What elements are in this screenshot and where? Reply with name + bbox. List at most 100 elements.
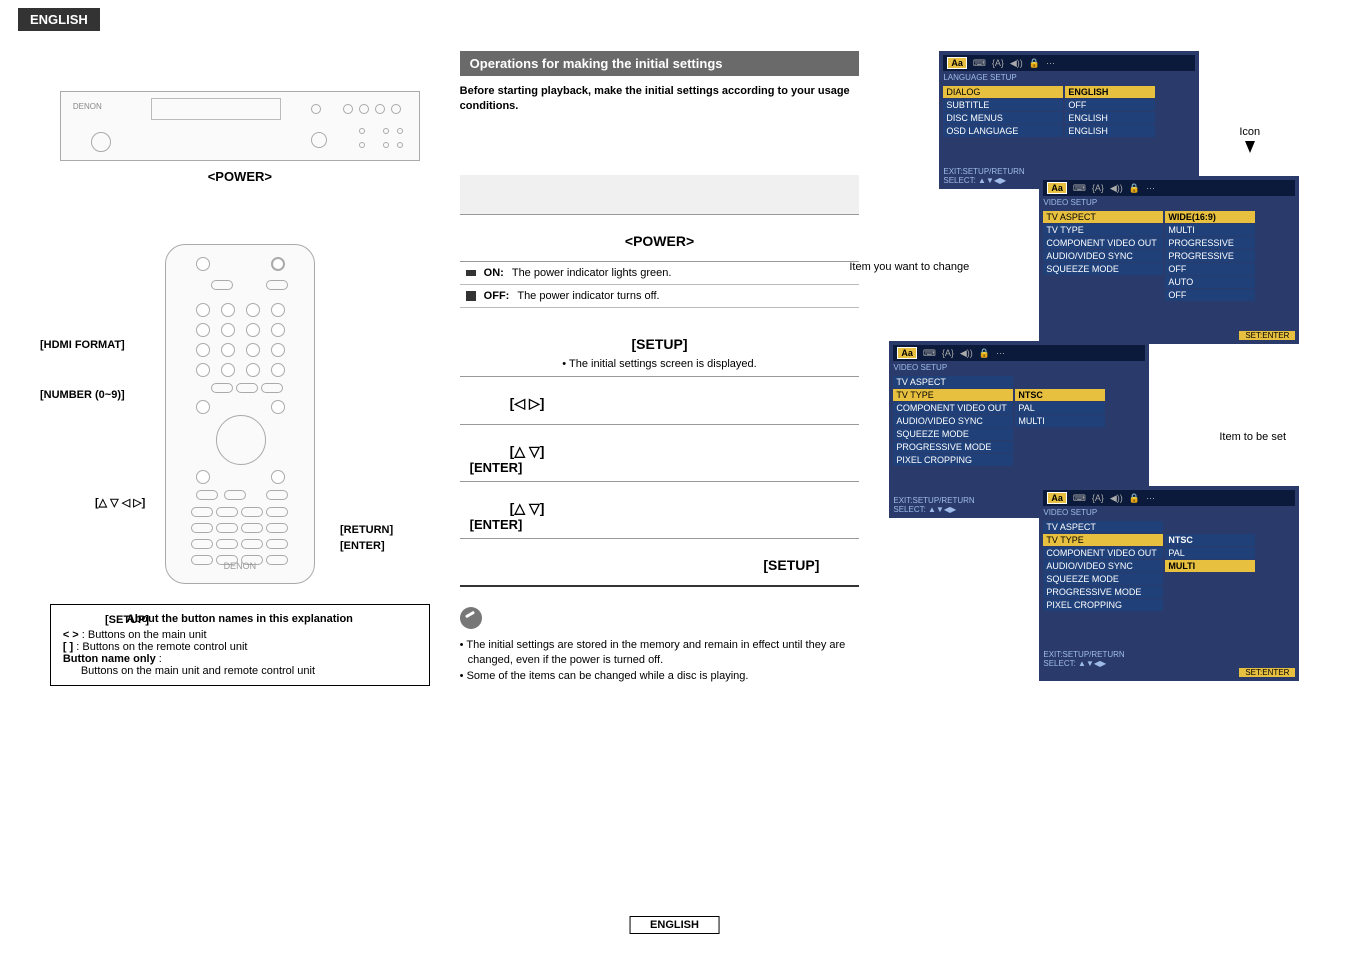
remote-button <box>196 257 210 271</box>
section-title: Operations for making the initial settin… <box>460 51 860 76</box>
device-button <box>343 104 353 114</box>
step-power: <POWER> <box>460 221 860 262</box>
device-dot <box>397 142 403 148</box>
device-dot <box>359 142 365 148</box>
osd-row: PROGRESSIVE MODE <box>1043 586 1295 598</box>
off-icon <box>466 291 476 301</box>
osd-row: COMPONENT VIDEO OUTPROGRESSIVE <box>1043 237 1295 249</box>
device-button <box>311 104 321 114</box>
callout-enter: [ENTER] <box>340 540 385 552</box>
device-button <box>311 132 327 148</box>
osd-video-setup-1: Aa⌨{A}◀))🔒⋯ VIDEO SETUP TV ASPECTWIDE(16… <box>1039 176 1299 344</box>
note-item: The initial settings are stored in the m… <box>460 638 860 669</box>
device-button <box>391 104 401 114</box>
setup-sub: • The initial settings screen is display… <box>460 358 860 370</box>
about-button-only: Button name only <box>63 653 156 665</box>
remote-button <box>271 470 285 484</box>
remote-button <box>196 490 218 500</box>
callout-number: [NUMBER (0~9)] <box>40 389 125 401</box>
osd-row: TV ASPECT <box>1043 521 1295 533</box>
osd-row: AUDIO/VIDEO SYNCMULTI <box>1043 560 1295 572</box>
item-set-callout: Item to be set <box>1219 431 1286 443</box>
remote-button <box>266 507 288 517</box>
remote-button <box>266 490 288 500</box>
device-power-knob <box>91 132 111 152</box>
step-power-title: <POWER> <box>460 233 860 249</box>
off-text: The power indicator turns off. <box>517 290 659 302</box>
notes-section: The initial settings are stored in the m… <box>460 587 860 684</box>
about-row: < > : Buttons on the main unit <box>63 629 417 641</box>
icon-callout: Icon <box>1239 126 1260 156</box>
remote-num <box>196 323 210 337</box>
on-label: ON: <box>484 267 504 279</box>
osd-row: SQUEEZE MODEOFF <box>1043 263 1295 275</box>
about-text: : Buttons on the main unit <box>82 629 207 641</box>
device-display <box>151 98 281 120</box>
page-body: DENON <POWER> <box>0 31 1349 706</box>
remote-button <box>241 523 263 533</box>
remote-num <box>196 363 210 377</box>
device-dot <box>359 128 365 134</box>
device-button <box>359 104 369 114</box>
remote-num <box>196 343 210 357</box>
callout-setup: [SETUP] <box>105 614 149 626</box>
callout-hdmi: [HDMI FORMAT] <box>40 339 125 351</box>
enter-label-2: [ENTER] <box>460 517 860 532</box>
middle-column: Operations for making the initial settin… <box>450 51 870 686</box>
device-dot <box>383 142 389 148</box>
off-label: OFF: <box>484 290 510 302</box>
intro-text: Before starting playback, make the initi… <box>460 84 860 115</box>
osd-row: AUDIO/VIDEO SYNCPROGRESSIVE <box>1043 250 1295 262</box>
osd-row: OFF <box>1043 289 1295 301</box>
remote-button <box>261 383 283 393</box>
osd-row: SUBTITLEOFF <box>943 99 1195 111</box>
about-text: Buttons on the main unit and remote cont… <box>63 665 417 677</box>
osd-title: LANGUAGE SETUP <box>943 73 1195 82</box>
device-front-panel: DENON <box>60 91 420 161</box>
osd-title: VIDEO SETUP <box>893 363 1145 372</box>
setup-right: [SETUP] <box>460 557 860 573</box>
remote-button <box>241 539 263 549</box>
pencil-icon <box>460 607 482 629</box>
remote-button <box>224 490 246 500</box>
remote-num <box>221 343 235 357</box>
remote-num <box>221 303 235 317</box>
osd-row: COMPONENT VIDEO OUTPAL <box>893 402 1145 414</box>
remote-button <box>216 523 238 533</box>
on-text: The power indicator lights green. <box>512 267 672 279</box>
remote-button <box>191 523 213 533</box>
about-text: : Buttons on the remote control unit <box>76 641 247 653</box>
osd-row: SQUEEZE MODE <box>893 428 1145 440</box>
osd-row: TV ASPECTWIDE(16:9) <box>1043 211 1295 223</box>
about-sym: [ ] <box>63 641 73 653</box>
remote-button <box>216 507 238 517</box>
osd-row: PIXEL CROPPING <box>1043 599 1295 611</box>
remote-button <box>271 343 285 357</box>
osd-row: TV TYPEMULTI <box>1043 224 1295 236</box>
remote-button <box>221 363 235 377</box>
remote-button <box>191 507 213 517</box>
device-power-label: <POWER> <box>30 169 450 184</box>
osd-tabs: Aa⌨{A}◀))🔒⋯ <box>1043 180 1295 196</box>
remote-brand: DENON <box>166 561 314 571</box>
osd-tabs: Aa⌨{A}◀))🔒⋯ <box>943 55 1195 71</box>
power-off-row: OFF: The power indicator turns off. <box>460 285 860 308</box>
osd-row: AUTO <box>1043 276 1295 288</box>
remote-button <box>266 280 288 290</box>
osd-tabs: Aa⌨{A}◀))🔒⋯ <box>1043 490 1295 506</box>
step-ud-enter-2: [△ ▽] [ENTER] <box>460 488 860 539</box>
osd-title: VIDEO SETUP <box>1043 508 1295 517</box>
remote-button <box>271 303 285 317</box>
remote-button <box>271 323 285 337</box>
remote-button <box>241 507 263 517</box>
remote-button <box>266 539 288 549</box>
osd-row: TV TYPENTSC <box>1043 534 1295 546</box>
remote-button <box>271 257 285 271</box>
device-brand: DENON <box>73 102 102 111</box>
osd-row: PROGRESSIVE MODE <box>893 441 1145 453</box>
remote-button <box>246 363 260 377</box>
page-header: ENGLISH <box>18 8 100 31</box>
osd-row: OSD LANGUAGEENGLISH <box>943 125 1195 137</box>
osd-language-setup: Aa⌨{A}◀))🔒⋯ LANGUAGE SETUP DIALOGENGLISH… <box>939 51 1199 189</box>
device-dot <box>397 128 403 134</box>
